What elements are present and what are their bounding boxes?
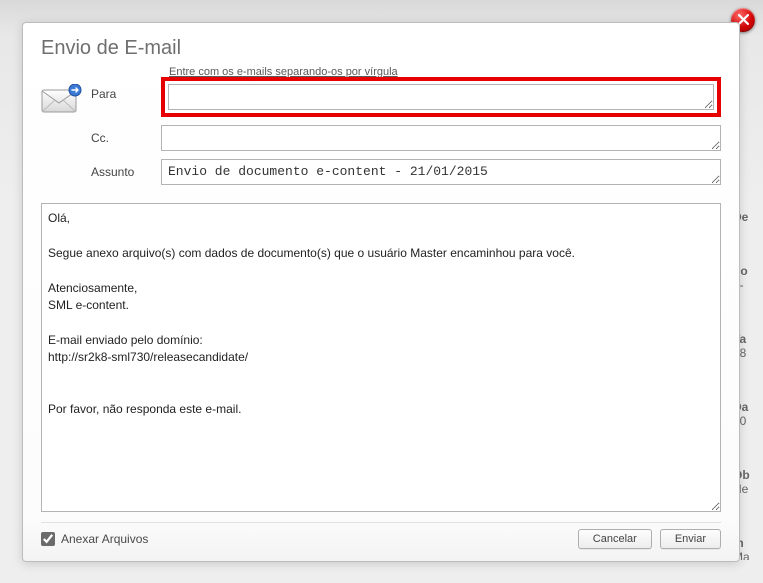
para-highlight-box [161, 77, 721, 117]
email-dialog: Envio de E-mail Entre com os e-mails sep… [22, 22, 740, 562]
assunto-label: Assunto [91, 159, 161, 179]
attach-label: Anexar Arquivos [61, 532, 148, 546]
assunto-input[interactable] [161, 159, 721, 185]
cc-label: Cc. [91, 125, 161, 145]
mail-icon [41, 66, 91, 116]
cc-input[interactable] [161, 125, 721, 151]
attach-checkbox-wrap[interactable]: Anexar Arquivos [41, 532, 148, 546]
cancel-button[interactable]: Cancelar [578, 529, 652, 549]
dialog-title: Envio de E-mail [41, 37, 721, 60]
send-button[interactable]: Enviar [660, 529, 721, 549]
email-body-input[interactable] [41, 203, 721, 512]
para-input[interactable] [168, 84, 714, 110]
dialog-footer: Anexar Arquivos Cancelar Enviar [41, 522, 721, 549]
para-label: Para [91, 81, 161, 101]
attach-checkbox[interactable] [41, 532, 55, 546]
